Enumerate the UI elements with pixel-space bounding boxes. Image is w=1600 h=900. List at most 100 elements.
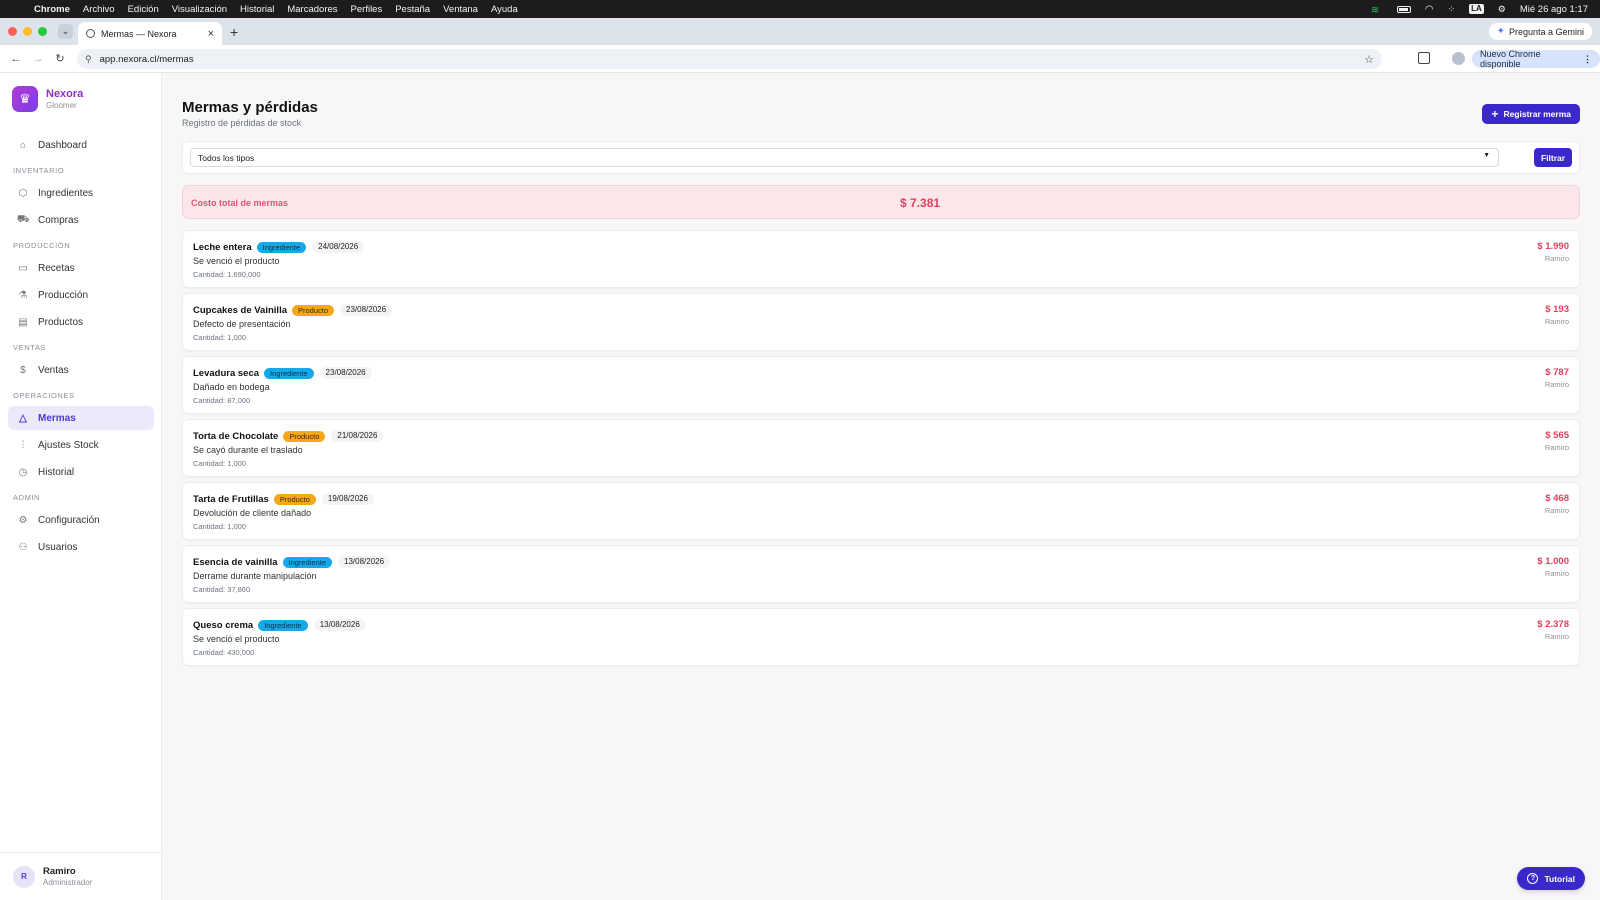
sidebar-item-label: Mermas <box>38 412 76 424</box>
menu-item[interactable]: Marcadores <box>287 4 337 15</box>
menu-item[interactable]: Chrome <box>34 4 70 15</box>
page-title: Mermas y pérdidas <box>182 99 318 116</box>
list-item[interactable]: Esencia de vainilla Ingrediente 13/08/20… <box>182 545 1580 603</box>
sidebar-item-configuracion[interactable]: ⚙ Configuración <box>8 508 154 532</box>
merma-user: Ramiro <box>1544 506 1569 515</box>
merma-reason: Devolución de cliente dañado <box>193 508 312 518</box>
brand[interactable]: ♛ Nexora Gloomer <box>12 86 83 112</box>
register-merma-button[interactable]: + Registrar merma <box>1482 104 1580 124</box>
window-controls <box>8 27 47 36</box>
clock[interactable]: Mié 26 ago 1:17 <box>1520 4 1588 15</box>
sidebar: ♛ Nexora Gloomer ⌂ Dashboard INVENTARIO … <box>0 73 162 900</box>
plus-icon: + <box>1491 107 1499 121</box>
menu-item[interactable]: Ayuda <box>491 4 518 15</box>
bookmark-star-icon[interactable]: ☆ <box>1364 53 1374 66</box>
merma-user: Ramiro <box>1544 254 1569 263</box>
user-profile[interactable]: R Ramiro Administrador <box>0 852 161 900</box>
sidebar-item-dashboard[interactable]: ⌂ Dashboard <box>8 133 154 157</box>
chrome-update-button[interactable]: Nuevo Chrome disponible ⋮ <box>1472 49 1600 69</box>
sidebar-item-label: Productos <box>38 316 84 328</box>
control-center-icon[interactable]: ⚙ <box>1498 4 1506 15</box>
address-bar[interactable]: ⚲ app.nexora.cl/mermas ☆ <box>77 49 1382 69</box>
list-item[interactable]: Levadura seca Ingrediente 23/08/2026 Dañ… <box>182 356 1580 414</box>
sidebar-item-label: Historial <box>38 466 75 478</box>
tab-search-button[interactable]: ⌄ <box>58 24 73 39</box>
list-item[interactable]: Tarta de Frutillas Producto 19/08/2026 D… <box>182 482 1580 540</box>
input-source-badge[interactable]: LA <box>1469 4 1484 14</box>
sidebar-item-usuarios[interactable]: ⚇ Usuarios <box>8 535 154 559</box>
sidebar-item-historial[interactable]: ◷ Historial <box>8 460 154 484</box>
gemini-label: Pregunta a Gemini <box>1508 26 1584 37</box>
url-text[interactable]: app.nexora.cl/mermas <box>100 54 194 65</box>
type-filter-value: Todos los tipos <box>198 152 255 163</box>
dots-icon[interactable]: ⁘ <box>1448 4 1456 15</box>
close-tab-icon[interactable]: × <box>208 28 214 40</box>
list-item[interactable]: Queso crema Ingrediente 13/08/2026 Se ve… <box>182 608 1580 666</box>
menu-item[interactable]: Pestaña <box>395 4 430 15</box>
list-item[interactable]: Torta de Chocolate Producto 21/08/2026 S… <box>182 419 1580 477</box>
zoom-window-icon[interactable] <box>38 27 47 36</box>
browser-toolbar: ← → ↻ ⚲ app.nexora.cl/mermas ☆ Nuevo Chr… <box>0 45 1600 73</box>
activity-icon[interactable]: ≋ <box>1371 5 1383 16</box>
battery-icon[interactable] <box>1396 5 1411 13</box>
menu-item[interactable]: Historial <box>240 4 274 15</box>
sidebar-section-title: INVENTARIO <box>13 166 65 175</box>
date-badge: 21/08/2026 <box>331 430 384 442</box>
browser-tab[interactable]: Mermas — Nexora × <box>78 22 222 45</box>
sidebar-item-label: Dashboard <box>38 139 87 151</box>
register-merma-label: Registrar merma <box>1503 109 1571 119</box>
sparkle-icon: ✦ <box>1496 26 1505 37</box>
new-tab-icon[interactable]: + <box>230 24 238 40</box>
minimize-window-icon[interactable] <box>23 27 32 36</box>
back-icon[interactable]: ← <box>5 53 27 65</box>
merma-user: Ramiro <box>1544 632 1569 641</box>
site-settings-icon[interactable]: ⚲ <box>85 54 92 65</box>
list-item[interactable]: Leche entera Ingrediente 24/08/2026 Se v… <box>182 230 1580 288</box>
brand-org: Gloomer <box>46 101 77 110</box>
list-item[interactable]: Cupcakes de Vainilla Producto 23/08/2026… <box>182 293 1580 351</box>
menu-item[interactable]: Ventana <box>443 4 478 15</box>
tutorial-button[interactable]: ? Tutorial <box>1517 867 1585 890</box>
sidebar-item-ingredientes[interactable]: ⬡ Ingredientes <box>8 181 154 205</box>
sidebar-nav: ⌂ Dashboard INVENTARIO ⬡ Ingredientes ⛟ … <box>8 133 154 562</box>
date-badge: 13/08/2026 <box>313 619 366 631</box>
sidebar-item-compras[interactable]: ⛟ Compras <box>8 208 154 232</box>
merma-name: Levadura seca <box>193 367 260 379</box>
sidebar-item-ajustes-stock[interactable]: ⫶ Ajustes Stock <box>8 433 154 457</box>
close-window-icon[interactable] <box>8 27 17 36</box>
type-badge: Producto <box>273 493 316 505</box>
menu-item[interactable]: Edición <box>128 4 159 15</box>
reload-icon[interactable]: ↻ <box>49 52 71 65</box>
filter-button[interactable]: Filtrar <box>1534 148 1572 167</box>
sidebar-item-produccion[interactable]: ⚗ Producción <box>8 283 154 307</box>
menu-item[interactable]: Archivo <box>83 4 115 15</box>
update-label: Nuevo Chrome disponible <box>1480 49 1541 69</box>
sidebar-item-mermas[interactable]: △ Mermas <box>8 406 154 430</box>
cart-icon: ⛟ <box>17 213 30 225</box>
brand-name: Nexora <box>46 88 84 100</box>
clock-icon: ◷ <box>18 466 28 478</box>
menu-item[interactable]: Perfiles <box>351 4 383 15</box>
type-filter-select[interactable]: Todos los tipos ▼ <box>190 148 1499 167</box>
sidebar-item-ventas[interactable]: $ Ventas <box>8 358 154 382</box>
merma-name: Cupcakes de Vainilla <box>193 304 287 316</box>
gemini-button[interactable]: ✦ Pregunta a Gemini <box>1488 23 1592 40</box>
sliders-icon: ⫶ <box>21 439 25 451</box>
gear-icon: ⚙ <box>18 514 28 526</box>
sidebar-item-label: Recetas <box>38 262 75 274</box>
forward-icon[interactable]: → <box>27 53 49 65</box>
profile-avatar-icon[interactable] <box>1452 52 1465 65</box>
menu-item[interactable]: Visualización <box>172 4 227 15</box>
sidebar-item-recetas[interactable]: ▭ Recetas <box>8 256 154 280</box>
merma-user: Ramiro <box>1544 380 1569 389</box>
wifi-icon[interactable]: ◠ <box>1425 4 1434 15</box>
os-menu-bar: Chrome Archivo Edición Visualización His… <box>0 0 1600 18</box>
date-badge: 23/08/2026 <box>340 304 393 316</box>
merma-name: Queso crema <box>193 619 254 631</box>
sidebar-item-productos[interactable]: ▤ Productos <box>8 310 154 334</box>
merma-user: Ramiro <box>1544 443 1569 452</box>
merma-quantity: Cantidad: 1.690,000 <box>193 270 261 279</box>
kebab-menu-icon: ⋮ <box>1583 53 1592 64</box>
merma-quantity: Cantidad: 87,000 <box>193 396 251 405</box>
extensions-icon[interactable] <box>1418 52 1430 64</box>
